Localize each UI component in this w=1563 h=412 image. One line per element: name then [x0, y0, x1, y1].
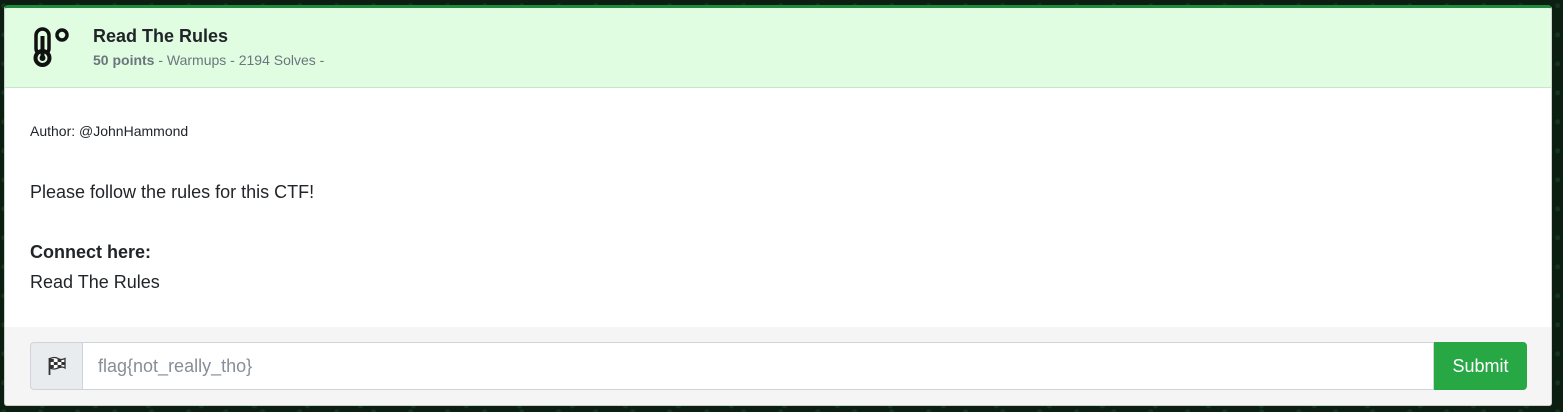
flag-input-group: Submit: [30, 342, 1527, 390]
challenge-description: Please follow the rules for this CTF!: [30, 182, 315, 202]
points-label: 50 points: [93, 52, 155, 68]
connect-label: Connect here:: [30, 242, 152, 262]
flag-input[interactable]: [82, 342, 1434, 390]
challenge-title: Read The Rules: [93, 26, 229, 46]
submit-button[interactable]: Submit: [1434, 342, 1527, 390]
challenge-body: Author: @JohnHammond Please follow the r…: [5, 88, 1551, 328]
flag-submit-footer: Submit: [5, 327, 1551, 405]
thermometer-icon: [27, 25, 73, 71]
author-line: Author: @JohnHammond: [30, 123, 189, 139]
challenge-meta: 50 points - Warmups - 2194 Solves -: [93, 50, 324, 70]
checkered-flag-icon: [30, 342, 82, 390]
connect-value: Read The Rules: [30, 272, 160, 292]
meta-details: - Warmups - 2194 Solves -: [154, 52, 325, 68]
challenge-header: Read The Rules 50 points - Warmups - 219…: [5, 8, 1551, 88]
challenge-card: Read The Rules 50 points - Warmups - 219…: [4, 5, 1552, 406]
